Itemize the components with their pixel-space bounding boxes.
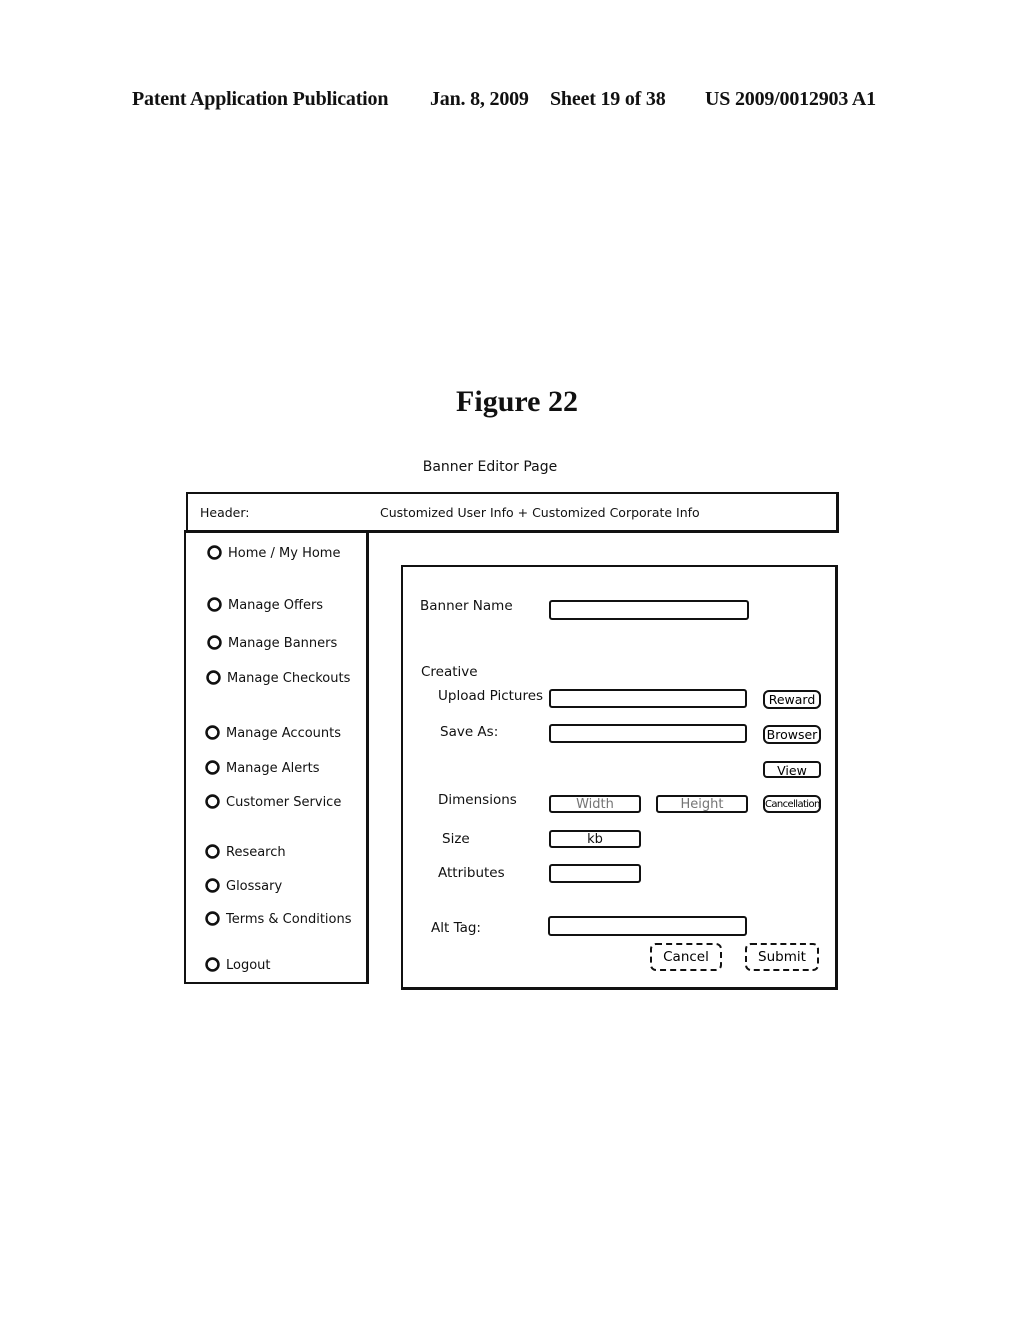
sidebar-item-label: Logout: [226, 958, 271, 973]
sidebar-item-terms-conditions[interactable]: Terms & Conditions: [204, 910, 352, 927]
sidebar-item-manage-alerts[interactable]: Manage Alerts: [204, 759, 320, 776]
submit-button[interactable]: Submit: [745, 943, 819, 971]
header-bar: Header: Customized User Info + Customize…: [186, 492, 839, 533]
sidebar-item-label: Manage Banners: [228, 636, 338, 651]
header-info: Customized User Info + Customized Corpor…: [380, 505, 700, 520]
sidebar-item-label: Glossary: [226, 879, 283, 894]
banner-editor-form: Banner Name Creative Upload Pictures Rew…: [401, 565, 838, 990]
alt-tag-input[interactable]: [548, 916, 747, 936]
sidebar-item-label: Customer Service: [226, 795, 342, 810]
sheet-number: Sheet 19 of 38: [550, 88, 666, 110]
sidebar-item-logout[interactable]: Logout: [204, 956, 271, 973]
sidebar-item-glossary[interactable]: Glossary: [204, 877, 282, 894]
circle-icon: [206, 670, 221, 685]
sidebar-item-label: Terms & Conditions: [226, 912, 352, 927]
banner-name-label: Banner Name: [420, 598, 513, 614]
sidebar-item-manage-checkouts[interactable]: Manage Checkouts: [205, 669, 350, 686]
sidebar-item-research[interactable]: Research: [204, 843, 286, 860]
width-input[interactable]: [549, 795, 641, 813]
patent-number: US 2009/0012903 A1: [705, 88, 876, 110]
figure-title: Figure 22: [456, 385, 578, 418]
circle-icon: [205, 760, 220, 775]
sidebar-item-label: Research: [226, 845, 286, 860]
circle-icon: [205, 844, 220, 859]
cancel-button[interactable]: Cancel: [650, 943, 722, 971]
circle-icon: [205, 878, 220, 893]
sidebar-item-home[interactable]: Home / My Home: [206, 544, 340, 561]
height-input[interactable]: [656, 795, 748, 813]
creative-label: Creative: [421, 664, 478, 680]
browser-button[interactable]: Browser: [763, 725, 821, 744]
banner-name-input[interactable]: [549, 600, 749, 620]
size-unit: kb: [587, 832, 603, 847]
sidebar-item-label: Manage Accounts: [226, 726, 342, 741]
circle-icon: [205, 911, 220, 926]
attributes-label: Attributes: [438, 865, 505, 881]
publication-date: Jan. 8, 2009: [430, 88, 529, 110]
circle-icon: [207, 597, 222, 612]
view-button[interactable]: View: [763, 761, 821, 778]
sidebar-item-manage-banners[interactable]: Manage Banners: [206, 634, 337, 651]
attributes-input[interactable]: [549, 864, 641, 883]
cancellation-button[interactable]: Cancellation: [763, 795, 821, 813]
circle-icon: [207, 545, 222, 560]
sidebar-item-label: Home / My Home: [228, 546, 341, 561]
page-title: Banner Editor Page: [422, 459, 558, 475]
reward-button[interactable]: Reward: [763, 690, 821, 709]
alt-tag-label: Alt Tag:: [431, 920, 481, 936]
upload-pictures-label: Upload Pictures: [438, 688, 544, 704]
sidebar-nav: Home / My Home Manage Offers Manage Bann…: [184, 530, 369, 984]
upload-pictures-input[interactable]: [549, 689, 747, 708]
dimensions-label: Dimensions: [438, 792, 517, 808]
sidebar-item-label: Manage Offers: [228, 598, 324, 613]
publication-label: Patent Application Publication: [132, 88, 389, 110]
circle-icon: [205, 794, 220, 809]
circle-icon: [207, 635, 222, 650]
sidebar-item-manage-offers[interactable]: Manage Offers: [206, 596, 323, 613]
size-label: Size: [442, 831, 470, 847]
save-as-label: Save As:: [440, 724, 499, 740]
save-as-input[interactable]: [549, 724, 747, 743]
sidebar-item-label: Manage Checkouts: [227, 671, 351, 686]
size-input[interactable]: kb: [549, 830, 641, 848]
header-label: Header:: [200, 505, 250, 520]
circle-icon: [205, 957, 220, 972]
circle-icon: [205, 725, 220, 740]
sidebar-item-customer-service[interactable]: Customer Service: [204, 793, 341, 810]
sidebar-item-manage-accounts[interactable]: Manage Accounts: [204, 724, 341, 741]
sidebar-item-label: Manage Alerts: [226, 761, 320, 776]
